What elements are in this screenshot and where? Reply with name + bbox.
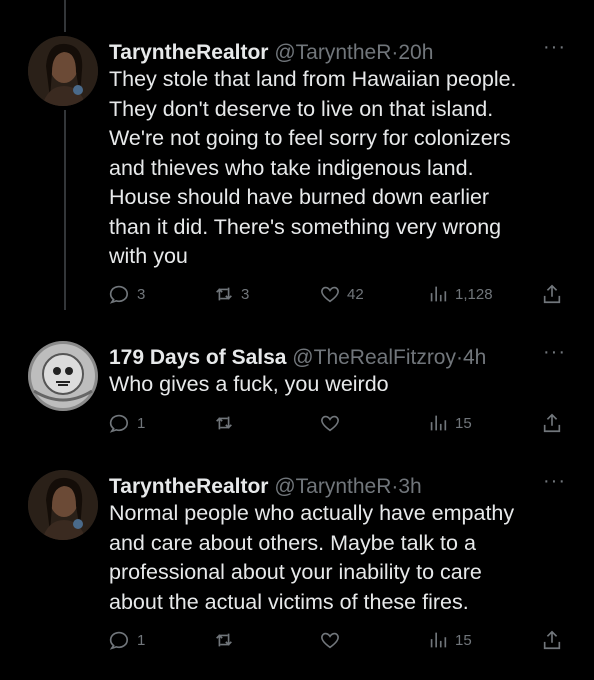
like-button[interactable]	[319, 411, 347, 435]
views-count: 15	[455, 631, 472, 649]
tweet-line: House should have burned down earlier	[109, 185, 490, 209]
thread-line-1	[64, 110, 66, 310]
author-name[interactable]: 179 Days of Salsa	[109, 346, 286, 369]
avatar-image	[28, 341, 98, 411]
tweet-line: and care about others. Maybe talk to a	[109, 530, 476, 555]
author-name[interactable]: TaryntheRealtor	[109, 475, 268, 498]
views-icon	[430, 286, 447, 302]
tweet-text: Who gives a fuck, you weirdo	[109, 370, 564, 400]
reply-icon	[109, 414, 128, 433]
reply-icon	[109, 631, 128, 650]
reply-icon	[109, 285, 128, 304]
tweet-line: about the actual victims of these fires.	[109, 589, 469, 614]
thread-line-top	[64, 0, 66, 32]
share-icon	[543, 284, 561, 304]
heart-icon	[321, 415, 339, 432]
share-button[interactable]	[541, 411, 563, 435]
avatar[interactable]	[28, 36, 98, 106]
separator: ·	[456, 346, 463, 369]
tweet-line: with you	[109, 244, 188, 268]
avatar[interactable]	[28, 341, 98, 411]
like-count: 42	[347, 285, 364, 303]
retweet-button[interactable]	[213, 628, 241, 652]
retweet-button[interactable]: 3	[213, 282, 249, 306]
views-button[interactable]: 15	[427, 628, 472, 652]
timestamp[interactable]: 4h	[463, 346, 486, 369]
tweet-actions: 1 15	[109, 411, 566, 435]
author-handle[interactable]: @TaryntheR	[274, 475, 391, 498]
timestamp[interactable]: 20h	[398, 41, 433, 64]
views-count: 15	[455, 414, 472, 432]
views-icon	[430, 632, 447, 648]
reply-button[interactable]: 1	[109, 411, 145, 435]
tweet-header: 179 Days of Salsa @TheRealFitzroy·4h	[109, 345, 534, 371]
tweet-line: We're not going to feel sorry for coloni…	[109, 126, 511, 150]
share-button[interactable]	[541, 628, 563, 652]
avatar[interactable]	[28, 470, 98, 540]
tweet-header: TaryntheRealtor @TaryntheR·3h	[109, 474, 534, 500]
tweet-line: They don't deserve to live on that islan…	[109, 96, 494, 121]
tweet-text: They stole that land from Hawaiian peopl…	[109, 65, 564, 272]
tweet-line: and thieves who take indigenous land.	[109, 155, 474, 180]
reply-button[interactable]: 1	[109, 628, 145, 652]
tweet-header: TaryntheRealtor @TaryntheR·20h	[109, 40, 534, 66]
tweet-line: professional about your inability to car…	[109, 560, 482, 584]
more-options-icon[interactable]: ···	[543, 341, 566, 364]
retweet-button[interactable]	[213, 411, 241, 435]
views-button[interactable]: 15	[427, 411, 472, 435]
author-handle[interactable]: @TaryntheR	[274, 41, 391, 64]
views-icon	[430, 415, 447, 431]
like-button[interactable]	[319, 628, 347, 652]
reply-button[interactable]: 3	[109, 282, 145, 306]
avatar-image	[28, 470, 98, 540]
heart-icon	[321, 632, 339, 649]
retweet-icon	[216, 633, 232, 647]
tweet-text: Normal people who actually have empathy …	[109, 499, 564, 617]
reply-count: 1	[137, 414, 146, 432]
retweet-icon	[216, 416, 232, 430]
share-icon	[543, 630, 561, 650]
retweet-count: 3	[241, 285, 250, 303]
reply-count: 3	[137, 285, 146, 303]
timestamp[interactable]: 3h	[398, 475, 421, 498]
avatar-image	[28, 36, 98, 106]
views-button[interactable]: 1,128	[427, 282, 493, 306]
tweet-actions: 1 15	[109, 628, 566, 652]
tweet-actions: 3 3 42 1,128	[109, 282, 566, 306]
share-icon	[543, 413, 561, 433]
heart-icon	[321, 286, 339, 303]
retweet-icon	[216, 287, 232, 301]
like-button[interactable]: 42	[319, 282, 364, 306]
more-options-icon[interactable]: ···	[543, 36, 566, 59]
tweet-line: than it did. There's something very wron…	[109, 214, 502, 239]
author-handle[interactable]: @TheRealFitzroy	[292, 346, 456, 369]
views-count: 1,128	[455, 285, 493, 303]
tweet-line: Who gives a fuck, you weirdo	[109, 372, 389, 396]
reply-count: 1	[137, 631, 146, 649]
share-button[interactable]	[541, 282, 563, 306]
tweet-line: They stole that land from Hawaiian peopl…	[109, 67, 517, 91]
author-name[interactable]: TaryntheRealtor	[109, 41, 268, 64]
more-options-icon[interactable]: ···	[543, 470, 566, 493]
tweet-line: Normal people who actually have empathy	[109, 501, 515, 525]
